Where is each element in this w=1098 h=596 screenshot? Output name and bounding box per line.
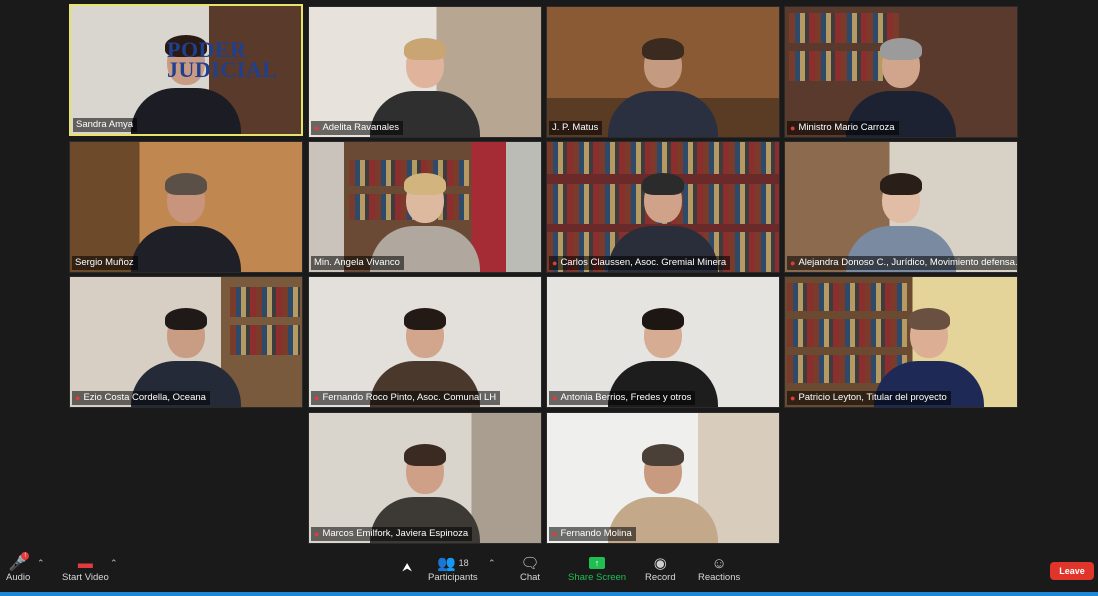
mic-muted-icon: ● (314, 529, 320, 539)
mouse-cursor-icon: ⮝ (402, 560, 413, 574)
leave-button[interactable]: Leave (1050, 562, 1094, 580)
mic-muted-icon: ● (790, 123, 796, 133)
video-tile-6[interactable]: Min. Angela Vivanco (308, 141, 542, 273)
share-screen-button[interactable]: ↑ Share Screen (568, 554, 626, 583)
video-tile-3[interactable]: J. P. Matus (546, 6, 780, 138)
poder-judicial-logo: PODER JUDICIAL (167, 37, 278, 82)
participants-label: Participants (428, 572, 478, 583)
participant-name: ● Ezio Costa Cordella, Oceana (72, 391, 210, 405)
video-tile-4[interactable]: ● Ministro Mario Carroza (784, 6, 1018, 138)
chat-button[interactable]: 🗨 Chat (519, 554, 541, 583)
record-label: Record (645, 572, 676, 583)
share-screen-icon: ↑ (586, 554, 608, 572)
participant-name: J. P. Matus (549, 121, 603, 135)
mic-muted-icon: ● (314, 393, 320, 403)
mic-muted-icon: ● (552, 529, 558, 539)
reactions-button[interactable]: ☺ Reactions (698, 554, 741, 584)
participant-name: ● Adelita Ravanales (311, 121, 404, 135)
leave-label: Leave (1059, 566, 1085, 576)
video-tile-8[interactable]: ● Alejandra Donoso C., Jurídico, Movimien… (784, 141, 1018, 273)
chat-label: Chat (519, 572, 541, 583)
participant-name: ● Patricio Leyton, Titular del proyecto (787, 391, 951, 405)
video-tile-11[interactable]: ● Antonia Berrios, Fredes y otros (546, 276, 780, 408)
record-button[interactable]: ◉ Record (645, 554, 676, 583)
participant-video (131, 173, 241, 272)
video-grid: PODER JUDICIAL Sandra Amya ● Adelita Ravan… (0, 0, 1098, 548)
meeting-toolbar: 🎤! Audio ⌃ ▬ Start Video ⌃ 👥 18 Participa… (0, 548, 1098, 596)
audio-label: Audio (6, 572, 31, 583)
mic-muted-icon: ● (790, 258, 796, 268)
record-icon: ◉ (653, 555, 667, 572)
participant-name: ● Fernando Molina (549, 527, 636, 541)
participant-name: ● Marcos Emilfork, Javiera Espinoza (311, 527, 473, 541)
chat-icon: 🗨 (520, 555, 540, 572)
participant-name: Sergio Muñoz (72, 256, 138, 270)
video-off-icon: ▬ (77, 554, 93, 572)
microphone-icon: 🎤! (8, 552, 30, 572)
mic-muted-icon: ● (75, 393, 81, 403)
video-tile-1[interactable]: PODER JUDICIAL Sandra Amya (69, 4, 303, 136)
participants-icon: 👥 18 (436, 555, 469, 572)
participant-name: Min. Angela Vivanco (311, 256, 404, 270)
participant-name: Sandra Amya (73, 118, 138, 132)
participant-name: ● Carlos Claussen, Asoc. Gremial Minera (549, 256, 731, 270)
audio-options-caret[interactable]: ⌃ (37, 558, 45, 569)
participants-button[interactable]: 👥 18 Participants (428, 554, 478, 583)
mic-muted-icon: ● (790, 393, 796, 403)
audio-button[interactable]: 🎤! Audio (6, 552, 31, 583)
video-tile-10[interactable]: ● Fernando Roco Pinto, Asoc. Comunal LH (308, 276, 542, 408)
reactions-label: Reactions (698, 572, 741, 583)
participant-video (608, 38, 718, 137)
share-screen-label: Share Screen (568, 572, 627, 583)
video-tile-2[interactable]: ● Adelita Ravanales (308, 6, 542, 138)
video-tile-9[interactable]: ● Ezio Costa Cordella, Oceana (69, 276, 303, 408)
participant-name: ● Fernando Roco Pinto, Asoc. Comunal LH (311, 391, 501, 405)
participants-count: 18 (458, 558, 469, 568)
mic-muted-icon: ● (552, 393, 558, 403)
alert-badge: ! (21, 552, 30, 560)
video-tile-13[interactable]: ● Marcos Emilfork, Javiera Espinoza (308, 412, 542, 544)
mic-muted-icon: ● (314, 123, 320, 133)
mic-muted-icon: ● (552, 258, 558, 268)
participant-name: ● Ministro Mario Carroza (787, 121, 899, 135)
participants-options-caret[interactable]: ⌃ (488, 558, 496, 569)
bottom-accent-bar (0, 592, 1098, 596)
video-tile-5[interactable]: Sergio Muñoz (69, 141, 303, 273)
reactions-icon: ☺ (711, 554, 727, 572)
start-video-label: Start Video (62, 572, 109, 583)
video-tile-12[interactable]: ● Patricio Leyton, Titular del proyecto (784, 276, 1018, 408)
video-tile-14[interactable]: ● Fernando Molina (546, 412, 780, 544)
participant-name: ● Antonia Berrios, Fredes y otros (549, 391, 696, 405)
video-options-caret[interactable]: ⌃ (110, 558, 118, 569)
participant-name: ● Alejandra Donoso C., Jurídico, Movimien… (787, 256, 1017, 270)
start-video-button[interactable]: ▬ Start Video (62, 554, 109, 584)
video-tile-7[interactable]: ● Carlos Claussen, Asoc. Gremial Minera (546, 141, 780, 273)
